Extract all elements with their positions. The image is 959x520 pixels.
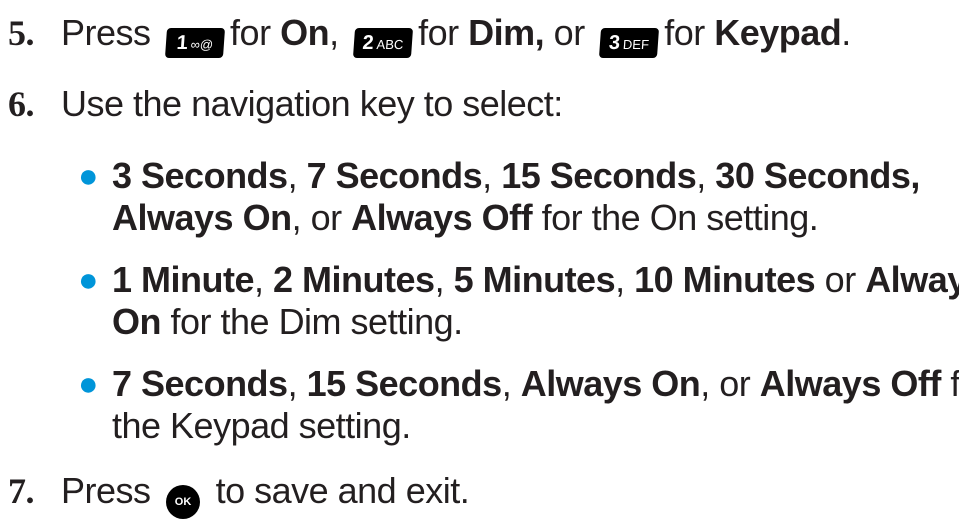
option-text: Always On (112, 197, 292, 238)
bullet-line: 3 Seconds, 7 Seconds, 15 Seconds, 30 Sec… (112, 155, 920, 197)
instruction-page: 5. Press 1 ∞@ for On, 2 ABC for Dim, or 3 DEF… (0, 0, 959, 520)
key-1-icon: 1 ∞@ (164, 28, 226, 58)
option-text: 1 Minute (112, 259, 255, 300)
step-number: 6. (8, 84, 35, 124)
bullet-icon: ● (78, 365, 99, 403)
option-text: 7 Seconds (306, 155, 483, 196)
text-run: for the Dim setting. (161, 301, 464, 342)
option-text: 3 Seconds (112, 155, 288, 196)
text-run: , (254, 259, 274, 300)
text-run: , or (291, 197, 352, 238)
step-7-text: to save and exit. (215, 470, 470, 511)
text-run: or (815, 259, 866, 300)
text-run: , or (700, 363, 760, 404)
text-run: the Keypad setting. (112, 405, 411, 446)
option-text: Always On (520, 363, 701, 404)
step-6-text: Use the navigation key to select: (61, 83, 563, 124)
step-number: 7. (8, 471, 35, 511)
option-text: 5 Minutes (453, 259, 616, 300)
text-run: for the On setting. (532, 197, 819, 238)
bullet-line: the Keypad setting. (112, 405, 411, 447)
key-2-icon: 2 ABC (353, 28, 414, 58)
option-text: 15 Seconds (501, 155, 697, 196)
option-text: 15 Seconds (306, 363, 503, 404)
option-text: On (112, 301, 162, 342)
option-text: 2 Minutes (273, 259, 435, 300)
press-text: Press (61, 12, 151, 53)
bullet-line: 1 Minute, 2 Minutes, 5 Minutes, 10 Minut… (112, 259, 959, 301)
option-text: 30 Seconds, (715, 155, 920, 196)
option-on: On (280, 12, 330, 53)
ok-key-icon: OK (166, 485, 201, 519)
option-text: Always (865, 259, 959, 300)
text-run: , (482, 155, 502, 196)
option-text: 10 Minutes (634, 259, 816, 300)
option-text: Always Off (759, 363, 942, 404)
text-run: , (501, 363, 521, 404)
bullet-line: Always On, or Always Off for the On sett… (112, 197, 819, 239)
press-text: Press (61, 470, 151, 511)
option-keypad: Keypad (714, 12, 842, 53)
text-run: , (287, 155, 307, 196)
key-3-icon: 3 DEF (599, 28, 660, 58)
bullet-icon: ● (78, 157, 99, 195)
step-number: 5. (8, 13, 35, 53)
bullet-icon: ● (78, 261, 99, 299)
option-text: Always Off (351, 197, 533, 238)
text-run: , (696, 155, 716, 196)
text-run: , (615, 259, 635, 300)
option-text: 7 Seconds (112, 363, 288, 404)
text-run: , (287, 363, 307, 404)
text-run: for (950, 363, 959, 404)
bullet-line: 7 Seconds, 15 Seconds, Always On, or Alw… (112, 363, 959, 405)
text-run: , (434, 259, 454, 300)
option-dim: Dim, (468, 12, 545, 53)
bullet-line: On for the Dim setting. (112, 301, 463, 343)
